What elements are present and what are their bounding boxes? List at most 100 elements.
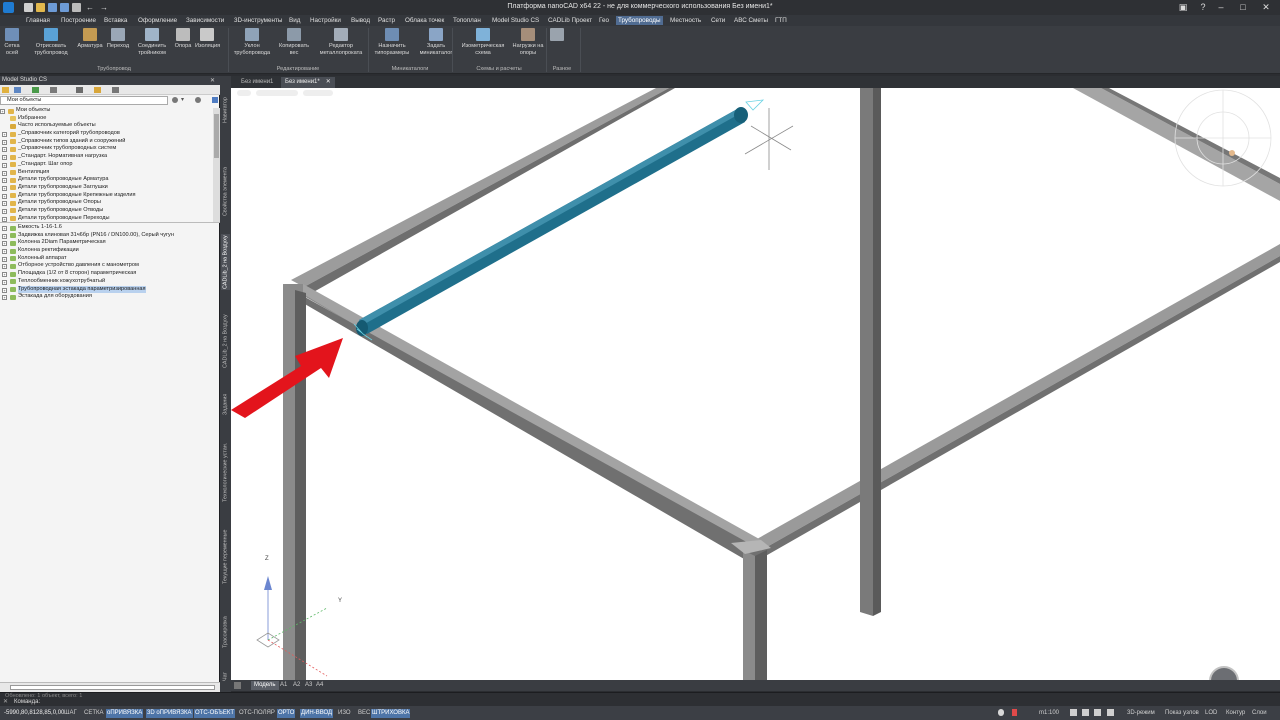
lightbulb-icon[interactable] (998, 709, 1004, 716)
viewport-controls[interactable] (237, 90, 333, 96)
side-tab[interactable]: Свойства элемента (221, 156, 230, 226)
close-icon[interactable]: ✕ (326, 79, 331, 85)
document-tab[interactable]: Без имени1* ✕ (281, 77, 335, 88)
tree-item[interactable]: + Колонна 2Diam Параметрическая (0, 239, 214, 247)
status-toggle[interactable]: ИЗО (337, 709, 352, 718)
side-tab[interactable]: Навигатор (221, 80, 230, 140)
tree-item[interactable]: + _Справочник категорий трубопроводов (0, 130, 214, 138)
status-toggle[interactable]: ОТС-ОБЪЕКТ (194, 709, 235, 718)
side-tab[interactable]: Трассировка (221, 602, 230, 662)
expand-icon[interactable]: + (2, 226, 7, 231)
expand-icon[interactable]: + (2, 249, 7, 255)
status-toggle[interactable]: ОРТО (277, 709, 296, 718)
expand-icon[interactable]: + (0, 109, 5, 114)
expand-icon[interactable]: + (2, 201, 7, 207)
ribbon-button-2[interactable]: Отрисовать трубопровод (28, 28, 74, 57)
expand-icon[interactable]: + (2, 208, 7, 214)
ribbon-tab-5[interactable]: Зависимости (184, 16, 226, 25)
ribbon-tab-12[interactable]: Топоплан (451, 16, 483, 25)
expand-icon[interactable]: + (2, 256, 7, 262)
undo-icon[interactable]: ← (86, 3, 95, 12)
tree-item[interactable]: + Теплообменник кожухотрубчатый (0, 278, 214, 286)
status-toggle[interactable]: ДИН-ВВОД (300, 709, 334, 718)
expand-icon[interactable]: + (2, 241, 7, 247)
minimize-icon[interactable]: – (1215, 2, 1227, 13)
settings-icon[interactable] (112, 87, 119, 93)
side-tab[interactable]: Технологические устан. (221, 432, 230, 512)
maximize-icon[interactable]: □ (1237, 2, 1249, 13)
layout-tab[interactable]: Модель (251, 681, 279, 690)
status-item[interactable]: Показ узлов (1164, 709, 1200, 718)
expand-icon[interactable]: + (2, 147, 7, 153)
ribbon-tab-17[interactable]: Местность (668, 16, 703, 25)
layout-toggle-icon[interactable]: ▣ (1177, 2, 1189, 13)
print-icon[interactable] (72, 3, 81, 12)
expand-icon[interactable]: + (2, 132, 7, 138)
tree-item[interactable]: + Колонна ректификации (0, 247, 214, 255)
expand-icon[interactable]: + (2, 264, 7, 270)
expand-icon[interactable]: + (2, 162, 7, 168)
status-item[interactable]: LOD (1204, 709, 1218, 718)
zoom-icon[interactable] (1082, 709, 1089, 716)
ribbon-tab-10[interactable]: Растр (376, 16, 397, 25)
ribbon-button-11[interactable]: Назначить типоразмеры (372, 28, 412, 57)
close-icon[interactable]: ✕ (3, 698, 8, 705)
play-icon[interactable] (32, 87, 39, 93)
layout-icon[interactable] (1107, 709, 1114, 716)
tree-item[interactable]: + Детали трубопроводные Крепежные изделия (0, 192, 214, 200)
tree-item[interactable]: + Трубопроводная эстакада параметризирова… (0, 285, 214, 294)
redo-icon[interactable]: → (100, 3, 109, 12)
panel-close-icon[interactable]: ✕ (210, 77, 215, 84)
ribbon-tab-15[interactable]: Гео (597, 16, 611, 25)
expand-icon[interactable]: + (2, 233, 7, 239)
side-tab[interactable]: Задания (221, 382, 230, 426)
hand-icon[interactable] (1070, 709, 1077, 716)
tree-item[interactable]: Избранное (0, 115, 214, 123)
ribbon-button-3[interactable]: Арматура (76, 28, 104, 50)
ribbon-tab-18[interactable]: Сети (709, 16, 727, 25)
tree-item[interactable]: + Детали трубопроводные Отводы (0, 207, 214, 215)
star-icon[interactable] (94, 87, 101, 93)
side-tab[interactable]: Чат (221, 666, 230, 688)
filter-icon[interactable] (76, 87, 83, 93)
expand-icon[interactable]: + (2, 287, 7, 293)
status-toggle[interactable]: оПРИВЯЗКА (106, 709, 144, 718)
scale-selector[interactable]: m1:100 (1038, 709, 1060, 718)
tree-item[interactable]: + Задвижка клиновая 31ч6бр (PN16 / DN100.… (0, 232, 214, 240)
expand-icon[interactable]: + (2, 155, 7, 161)
ribbon-button-6[interactable]: Опора (174, 28, 192, 50)
ribbon-tab-6[interactable]: 3D-инструменты (232, 16, 284, 25)
expand-icon[interactable]: + (2, 193, 7, 199)
expand-icon[interactable]: + (2, 279, 7, 285)
expand-icon[interactable]: + (2, 139, 7, 145)
expand-icon[interactable]: + (2, 272, 7, 278)
save-as-icon[interactable] (60, 3, 69, 12)
ribbon-tab-1[interactable]: Главная (24, 16, 52, 25)
expand-icon[interactable]: + (2, 216, 7, 222)
misc-button[interactable] (548, 28, 566, 43)
folder-icon[interactable] (2, 87, 9, 93)
layout-tab[interactable]: A4 (313, 681, 326, 690)
expand-icon[interactable]: + (2, 295, 7, 301)
save-icon[interactable] (48, 3, 57, 12)
ribbon-button-5[interactable]: Соединить тройником (133, 28, 171, 57)
side-tab[interactable]: CADLib_2 на Воздуху (221, 234, 230, 290)
tree-item[interactable]: + _Справочник трубопроводных систем (0, 145, 214, 153)
tree-item[interactable]: + _Справочник типов зданий и сооружений (0, 138, 214, 146)
tree-scrollbar[interactable] (213, 108, 220, 222)
status-item[interactable]: Контур (1225, 709, 1246, 718)
tree-item[interactable]: + _Стандарт. Шаг опор (0, 161, 214, 169)
new-file-icon[interactable] (24, 3, 33, 12)
horizontal-scrollbar[interactable] (10, 685, 215, 690)
status-toggle[interactable]: ШАГ (63, 709, 78, 718)
ribbon-tab-14[interactable]: CADLib Проект (546, 16, 594, 25)
ribbon-tab-19[interactable]: АВС Сметы (732, 16, 770, 25)
status-toggle[interactable]: 3D оПРИВЯЗКА (146, 709, 193, 718)
expand-icon[interactable]: + (2, 178, 7, 184)
ribbon-tab-20[interactable]: ГТП (773, 16, 789, 25)
status-toggle[interactable]: ВЕС (357, 709, 371, 718)
expand-icon[interactable]: + (2, 185, 7, 191)
status-item[interactable]: Слои (1251, 709, 1268, 718)
open-file-icon[interactable] (36, 3, 45, 12)
document-tab[interactable]: Без имени1 (237, 77, 277, 88)
